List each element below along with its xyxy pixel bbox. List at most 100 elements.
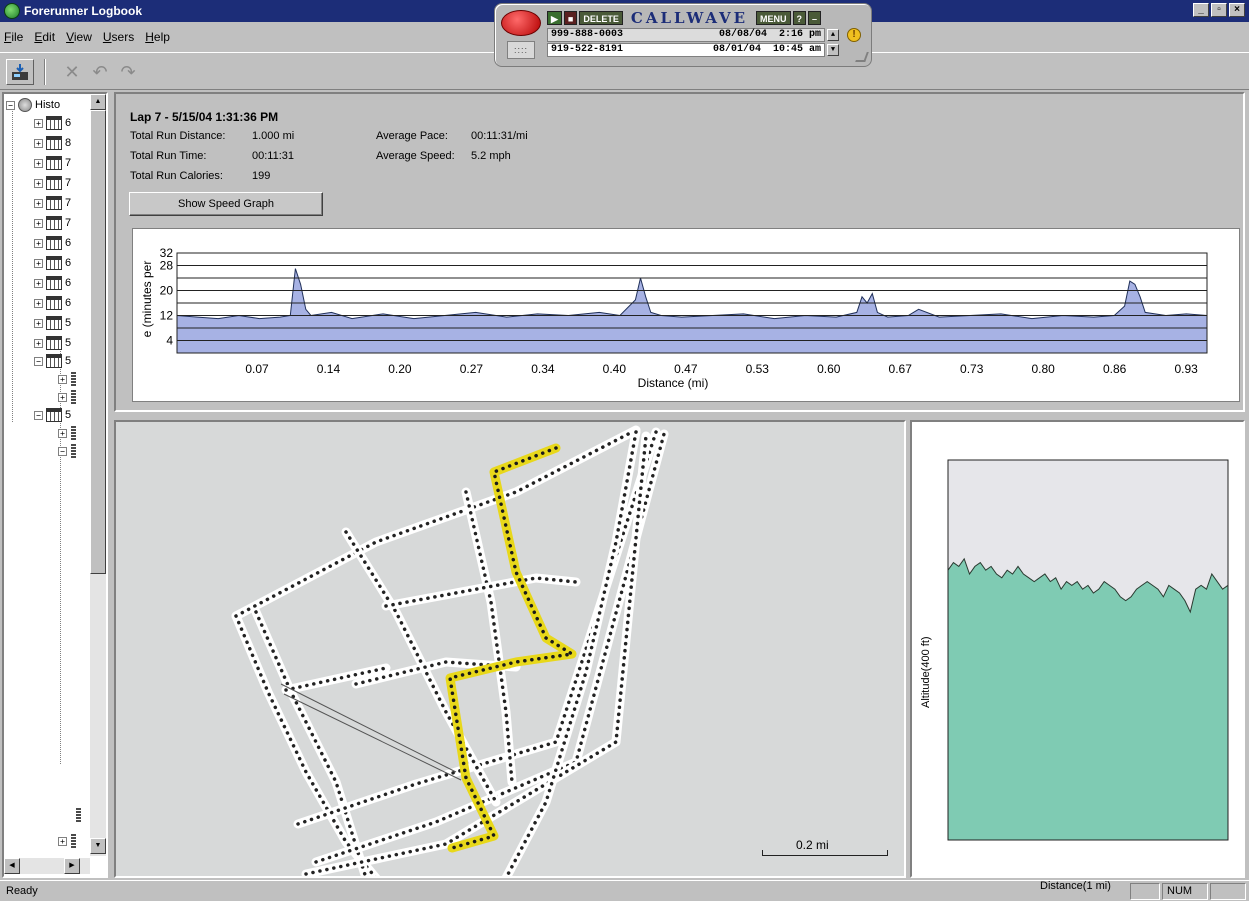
expand-icon[interactable]: + (58, 392, 67, 402)
collapse-icon[interactable]: − (6, 100, 15, 110)
tree-item[interactable]: +6 (34, 274, 71, 292)
collapse-icon[interactable]: − (34, 356, 43, 366)
menu-view[interactable]: View (66, 30, 92, 44)
history-tree: − Histo +6 +8 +7 +7 +7 +7 +6 +6 +6 +6 +5… (2, 92, 108, 878)
resize-grip-icon[interactable] (855, 52, 869, 62)
scroll-right-icon[interactable]: ▶ (64, 858, 80, 874)
menu-users[interactable]: Users (103, 30, 134, 44)
record-button[interactable] (501, 10, 541, 36)
redo-button[interactable]: ↷ (114, 59, 142, 85)
tree-item[interactable]: +5 (34, 334, 71, 352)
keypad-icon[interactable]: :::: (507, 41, 535, 59)
menu-file[interactable]: File (4, 30, 23, 44)
tree-item[interactable]: +5 (34, 314, 71, 332)
menu-help[interactable]: Help (145, 30, 170, 44)
tree-item[interactable]: +6 (34, 234, 71, 252)
pace-x-tick-label: 0.34 (531, 362, 555, 376)
tree-item[interactable]: +6 (34, 294, 71, 312)
download-button[interactable] (6, 59, 34, 85)
route-map[interactable]: 0.2 mi (114, 420, 906, 878)
map-track-halo (231, 425, 641, 621)
redo-icon: ↷ (120, 61, 136, 82)
tree-item-expanded[interactable]: −5 (34, 406, 71, 424)
expand-icon[interactable]: + (34, 298, 43, 308)
scroll-left-icon[interactable]: ◀ (4, 858, 20, 874)
minimize-button[interactable]: _ (1193, 3, 1209, 17)
tree-item[interactable]: +7 (34, 154, 71, 172)
tree-item[interactable]: +7 (34, 174, 71, 192)
callwave-help-button[interactable]: ? (792, 11, 807, 25)
expand-icon[interactable]: + (34, 238, 43, 248)
tree-item[interactable]: +7 (34, 214, 71, 232)
tree-lap-item[interactable]: + (58, 370, 76, 388)
tree-root[interactable]: − Histo (6, 96, 60, 114)
callwave-minimize-button[interactable]: – (808, 11, 822, 25)
map-scale-label: 0.2 mi (796, 838, 829, 852)
pace-x-tick-label: 0.60 (817, 362, 841, 376)
calendar-icon (46, 216, 62, 230)
tree-lap-item[interactable]: + (58, 832, 76, 850)
callwave-menu-button[interactable]: MENU (756, 11, 791, 25)
collapse-icon[interactable]: − (58, 446, 67, 456)
expand-icon[interactable]: + (34, 198, 43, 208)
expand-icon[interactable]: + (34, 138, 43, 148)
tree-item-expanded[interactable]: −5 (34, 352, 71, 370)
expand-icon[interactable]: + (34, 118, 43, 128)
altitude-panel: Altitude(400 ft) Distance(1 mi) (910, 420, 1245, 892)
tree-lap-item[interactable]: + (58, 388, 76, 406)
collapse-icon[interactable]: − (34, 410, 43, 420)
pace-x-tick-label: 0.47 (674, 362, 698, 376)
scroll-down-icon[interactable]: ▼ (90, 838, 106, 854)
tree-item[interactable]: +6 (34, 114, 71, 132)
call-row[interactable]: 919-522-8191 08/01/04 10:45 am ▼ (547, 43, 839, 57)
tree-lap-item[interactable]: − (58, 442, 76, 460)
expand-icon[interactable]: + (58, 428, 67, 438)
status-pane-empty (1130, 883, 1160, 900)
expand-icon[interactable]: + (34, 158, 43, 168)
tree-item[interactable]: +8 (34, 134, 71, 152)
delete-button[interactable]: ✕ (58, 59, 86, 85)
menu-edit[interactable]: Edit (34, 30, 55, 44)
scroll-up-icon[interactable]: ▲ (90, 94, 106, 110)
pace-x-tick-label: 0.20 (388, 362, 412, 376)
expand-icon[interactable]: + (34, 218, 43, 228)
tree-horizontal-scrollbar[interactable]: ◀ ▶ (4, 858, 90, 874)
call-row[interactable]: 999-888-0003 08/08/04 2:16 pm ▲ (547, 28, 839, 42)
calendar-icon (46, 316, 62, 330)
scroll-thumb[interactable] (90, 110, 106, 574)
total-distance-label: Total Run Distance: (130, 130, 226, 142)
delete-call-button[interactable]: DELETE (579, 11, 623, 25)
total-time-label: Total Run Time: (130, 150, 207, 162)
expand-icon[interactable]: + (34, 338, 43, 348)
pace-chart: 4 12 20 28 32 0.07 0.14 0.20 0.27 0.34 0.40 0.47 0.5… (132, 228, 1240, 402)
callwave-info-icon[interactable]: ! (847, 28, 861, 42)
call-time: 2:16 pm (778, 29, 821, 40)
expand-icon[interactable]: + (58, 374, 67, 384)
pace-x-tick-label: 0.80 (1031, 362, 1055, 376)
history-icon (18, 98, 32, 112)
tree-vertical-scrollbar[interactable]: ▲ ▼ (90, 94, 106, 856)
close-button[interactable]: × (1229, 3, 1245, 17)
scroll-up-arrow-icon[interactable]: ▲ (827, 29, 839, 41)
expand-icon[interactable]: + (58, 836, 67, 846)
tree-item[interactable]: +6 (34, 254, 71, 272)
expand-icon[interactable]: + (34, 258, 43, 268)
play-icon[interactable]: ▶ (547, 11, 562, 25)
expand-icon[interactable]: + (34, 278, 43, 288)
stop-icon[interactable]: ■ (563, 11, 578, 25)
callwave-brand: CALLWAVE (630, 9, 749, 27)
scroll-down-arrow-icon[interactable]: ▼ (827, 44, 839, 56)
pace-chart-svg: 4 12 20 2832 0.07 0.14 0.20 0.27 0.34 0.40 0.47 0.5… (140, 246, 1208, 390)
expand-icon[interactable]: + (34, 318, 43, 328)
num-lock-indicator: NUM (1162, 883, 1208, 900)
call-list: 999-888-0003 08/08/04 2:16 pm ▲ 919-522-… (547, 28, 839, 58)
pace-x-tick-label: 0.73 (960, 362, 984, 376)
tree-lap-item[interactable] (72, 806, 81, 824)
tree-item[interactable]: +7 (34, 194, 71, 212)
altitude-chart-svg (947, 459, 1229, 841)
maximize-button[interactable]: ▫ (1211, 3, 1227, 17)
show-speed-graph-button[interactable]: Show Speed Graph (129, 192, 323, 216)
undo-button[interactable]: ↶ (86, 59, 114, 85)
tree-lap-item[interactable]: + (58, 424, 76, 442)
expand-icon[interactable]: + (34, 178, 43, 188)
